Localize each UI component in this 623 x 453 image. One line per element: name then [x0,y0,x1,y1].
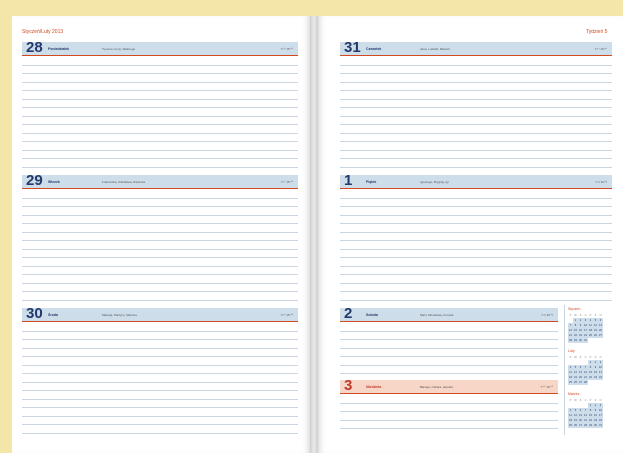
mini-calendar-march: Marzec P W Ś C P S N 1 2 3 4 5 6 7 8 9 10 11 12 13 14 15 16 17 1… [568,392,608,428]
calendar-day [598,338,603,343]
book-gutter [310,16,318,453]
day-name: Wtorek [48,180,60,184]
note-lines-31 [340,57,612,168]
note-lines-2 [340,323,558,374]
sun-times: 7:¹⁸ 15:⁵⁴ [280,47,293,51]
sun-times: 7:¹¹ 16:⁰³ [541,313,553,317]
sun-times: 7:¹² 16:⁰² [595,180,607,184]
calendar-separator [564,305,565,435]
name-days: Ignacego, Brygidy, Igi [420,180,449,184]
day-number: 2 [344,305,353,322]
day-header-3: 3 Niedziela Błażeja, Oskara, Hipolita 7:… [340,377,558,394]
day-number: 29 [26,172,43,189]
week-header: Tydzień 5 [586,29,608,35]
day-name: Piątek [366,180,377,184]
day-name: Środa [48,313,58,317]
day-name: Niedziela [366,385,382,389]
name-days: Marii, Mirosława, Kornelii [420,313,454,317]
sun-times: 7:¹⁵ 15:⁵⁸ [280,313,293,317]
name-days: Błażeja, Oskara, Hipolita [420,385,453,389]
day-header-31: 31 Czwartek Jana, Ludwiki, Marceli 7:¹⁴ … [340,39,612,56]
mini-calendar-title: Luty [568,349,575,353]
month-header: Styczeń/Luty 2013 [22,29,64,35]
day-name: Sobota [366,313,378,317]
mini-calendar-january: Styczeń P W Ś C P S N 1 2 3 4 5 6 7 8 9 10 11 12 13 14 15 16 17… [568,307,608,343]
calendar-day [598,380,603,385]
day-header-2: 2 Sobota Marii, Mirosława, Kornelii 7:¹¹… [340,305,558,322]
sun-times: 7:¹⁴ 16:⁰⁰ [594,47,607,51]
day-header-29: 29 Wtorek Franciszka, Zdzisława, Dariusz… [22,172,298,189]
name-days: Tymona, Ireny, Walerego [102,47,136,51]
name-days: Franciszka, Zdzisława, Dariusza [102,180,146,184]
day-number: 1 [344,172,353,189]
name-days: Jana, Ludwiki, Marceli [420,47,450,51]
mini-calendar-title: Marzec [568,392,580,396]
note-lines-30 [22,323,298,434]
day-name: Czwartek [366,47,382,51]
day-number: 28 [26,39,43,56]
note-lines-1 [340,190,612,301]
sun-times: 7:¹⁷ 15:⁵⁶ [280,180,293,184]
mini-calendar-grid: P W Ś C P S N 1 2 3 4 5 6 7 8 9 10 11 12 13 14 15 16 17 18 19 20 21… [568,398,608,428]
mini-calendar-grid: P W Ś C P S N 1 2 3 4 5 6 7 8 9 10 11 12 13 14 15 16 17 18 19 20 21… [568,355,608,385]
day-number: 30 [26,305,43,322]
sun-times: 7:⁰⁹ 16:⁰⁵ [540,385,553,389]
day-name: Poniedziałek [48,47,70,51]
calendar-day: 31 [598,423,603,428]
day-number: 31 [344,39,361,56]
day-header-30: 30 Środa Macieja, Martyny, Marcina 7:¹⁵ … [22,305,298,322]
day-number: 3 [344,377,353,394]
name-days: Macieja, Martyny, Marcina [102,313,137,317]
mini-calendar-february: Luty P W Ś C P S N 1 2 3 4 5 6 7 8 9 10 11 12 13 14 15 16 17 18 1… [568,349,608,385]
mini-calendar-grid: P W Ś C P S N 1 2 3 4 5 6 7 8 9 10 11 12 13 14 15 16 17 18 19 20 21… [568,313,608,343]
note-lines-28 [22,57,298,168]
note-lines-29 [22,190,298,301]
day-header-28: 28 Poniedziałek Tymona, Ireny, Walerego … [22,39,298,56]
mini-calendar-title: Styczeń [568,307,581,311]
day-header-1: 1 Piątek Ignacego, Brygidy, Igi 7:¹² 16:… [340,172,612,189]
note-lines-3 [340,395,558,429]
